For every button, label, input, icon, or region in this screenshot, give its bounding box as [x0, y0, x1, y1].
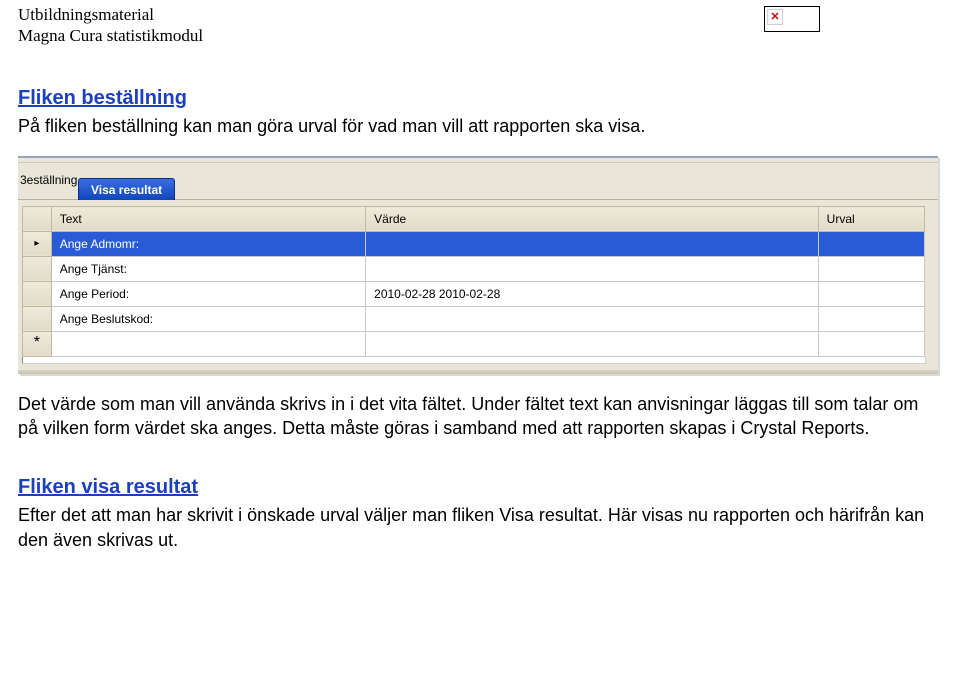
row-indicator	[23, 256, 52, 281]
col-header-text[interactable]: Text	[51, 206, 365, 231]
grid-header-row: Text Värde Urval	[23, 206, 925, 231]
embedded-screenshot: 3eställning Visa resultat Text Värde Urv…	[18, 156, 942, 374]
col-header-value[interactable]: Värde	[366, 206, 819, 231]
spacer	[18, 47, 942, 77]
broken-image-placeholder: ✕	[764, 6, 820, 32]
x-icon: ✕	[770, 12, 779, 23]
paragraph-after-ui: Det värde som man vill använda skrivs in…	[18, 392, 942, 441]
cell-urval[interactable]	[818, 281, 924, 306]
row-header-corner	[23, 206, 52, 231]
tab-bar: 3eställning Visa resultat	[18, 163, 938, 200]
cell-value[interactable]	[366, 306, 819, 331]
data-grid[interactable]: Text Värde Urval ▸ Ange Admomr: Ange Tjä…	[22, 206, 925, 357]
cell-urval[interactable]	[818, 231, 924, 256]
cell-value[interactable]: 2010-02-28 2010-02-28	[366, 281, 819, 306]
row-indicator	[23, 281, 52, 306]
broken-image-icon: ✕	[767, 9, 783, 25]
col-header-urval[interactable]: Urval	[818, 206, 924, 231]
cell-urval[interactable]	[818, 256, 924, 281]
section1-title: Fliken beställning	[18, 87, 942, 110]
grid-row[interactable]: Ange Period: 2010-02-28 2010-02-28	[23, 281, 925, 306]
cell-urval[interactable]	[818, 306, 924, 331]
section2-title: Fliken visa resultat	[18, 476, 942, 499]
grid-row[interactable]: ▸ Ange Admomr:	[23, 231, 925, 256]
row-indicator-new: *	[23, 331, 52, 356]
grid-bottom-gap	[22, 357, 926, 364]
section1-paragraph: På fliken beställning kan man göra urval…	[18, 114, 942, 138]
tab-group: Visa resultat	[78, 178, 177, 200]
cell-value[interactable]	[366, 256, 819, 281]
cell-text[interactable]: Ange Beslutskod:	[51, 306, 365, 331]
document-page: ✕ Utbildningsmaterial Magna Cura statist…	[0, 0, 960, 570]
cell-urval[interactable]	[818, 331, 924, 356]
cell-value[interactable]	[366, 331, 819, 356]
window-bottom-shade	[18, 370, 938, 374]
cell-text[interactable]: Ange Admomr:	[51, 231, 365, 256]
grid-row[interactable]: Ange Tjänst:	[23, 256, 925, 281]
grid-panel: Text Värde Urval ▸ Ange Admomr: Ange Tjä…	[18, 200, 938, 370]
tab-bestallning-cropped[interactable]: 3eställning	[18, 171, 79, 189]
spacer	[18, 448, 942, 466]
row-indicator	[23, 306, 52, 331]
cell-value[interactable]	[366, 231, 819, 256]
cell-text[interactable]: Ange Tjänst:	[51, 256, 365, 281]
grid-row-new[interactable]: *	[23, 331, 925, 356]
tab-visa-resultat[interactable]: Visa resultat	[78, 178, 175, 200]
grid-row[interactable]: Ange Beslutskod:	[23, 306, 925, 331]
cell-text[interactable]: Ange Period:	[51, 281, 365, 306]
app-window: 3eställning Visa resultat Text Värde Urv…	[18, 156, 938, 374]
section2-paragraph: Efter det att man har skrivit i önskade …	[18, 503, 942, 552]
cell-text[interactable]	[51, 331, 365, 356]
row-indicator-current: ▸	[23, 231, 52, 256]
